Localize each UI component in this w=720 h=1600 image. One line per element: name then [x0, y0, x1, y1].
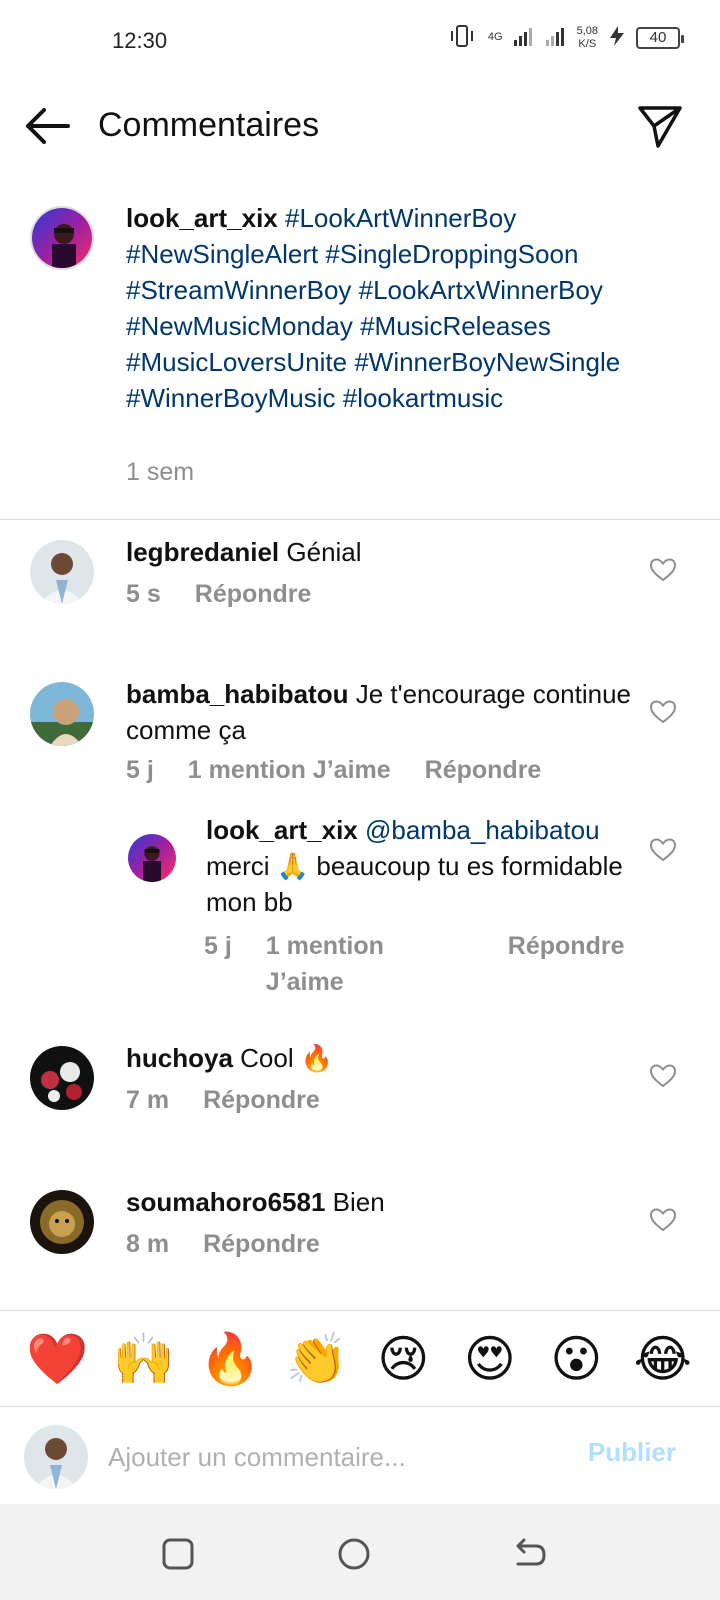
status-icons: 4G 5,08 K/S 40	[448, 24, 684, 51]
comment-composer: Publier	[0, 1406, 720, 1504]
return-arrow-icon	[516, 1538, 546, 1566]
charging-icon	[608, 25, 626, 50]
comment-time: 5 j	[126, 756, 154, 784]
likes-line-2: J’aime	[265, 968, 344, 996]
share-button[interactable]	[636, 102, 684, 150]
avatar[interactable]	[30, 1046, 94, 1110]
comment-body: Bien	[332, 1187, 385, 1217]
vibrate-icon	[448, 24, 478, 51]
reply-text: look_art_xix @bamba_habibatou merci 🙏 be…	[206, 812, 646, 920]
square-icon	[162, 1538, 194, 1570]
like-heart-icon[interactable]	[650, 558, 676, 582]
comment-body: Génial	[286, 537, 362, 567]
emoji-crying[interactable]: 😢	[368, 1329, 438, 1389]
status-time: 12:30	[112, 28, 168, 53]
comment-username[interactable]: bamba_habibatou	[126, 679, 348, 709]
like-heart-icon[interactable]	[650, 838, 676, 862]
caption-text: look_art_xix #LookArtWinnerBoy #NewSingl…	[126, 200, 656, 416]
caption-username[interactable]: look_art_xix	[126, 203, 278, 233]
reply-body: merci 🙏 beaucoup tu es formidable mon bb	[206, 851, 623, 917]
comment-text: huchoya Cool 🔥	[126, 1040, 646, 1076]
avatar[interactable]	[128, 834, 176, 882]
caption-hashtags[interactable]: #LookArtWinnerBoy #NewSingleAlert #Singl…	[126, 203, 620, 413]
reply-time: 5 j	[204, 932, 232, 960]
comment-text: legbredaniel Génial	[126, 534, 646, 570]
comment-meta: 5 s Répondre	[126, 580, 345, 609]
likes-line-1: 1 mention	[265, 932, 384, 960]
avatar	[24, 1425, 88, 1489]
speed-value: 5,08	[576, 24, 598, 37]
comment-input[interactable]	[108, 1433, 558, 1481]
comment-time: 8 m	[126, 1230, 170, 1258]
comment-text: soumahoro6581 Bien	[126, 1184, 646, 1220]
caption-time: 1 sem	[126, 458, 195, 486]
emoji-fire[interactable]: 🔥	[195, 1329, 265, 1389]
emoji-heart-eyes[interactable]: 😍	[455, 1329, 525, 1389]
comment-body: Cool 🔥	[240, 1043, 334, 1073]
avatar[interactable]	[30, 206, 94, 270]
avatar[interactable]	[30, 682, 94, 746]
emoji-clap[interactable]: 👏	[282, 1329, 352, 1389]
emoji-joy[interactable]: 😂	[628, 1329, 698, 1389]
comment-username[interactable]: soumahoro6581	[126, 1187, 325, 1217]
reply-meta: 5 j 1 mention J’aime Répondre	[204, 928, 658, 1000]
reply-button[interactable]: Répondre	[425, 756, 542, 785]
page-title: Commentaires	[98, 106, 320, 144]
home-button[interactable]	[334, 1534, 374, 1574]
publish-button[interactable]: Publier	[588, 1437, 676, 1468]
like-heart-icon[interactable]	[650, 1208, 676, 1232]
comment-meta: 5 j 1 mention J’aime Répondre	[126, 756, 575, 785]
reply-mention[interactable]: @bamba_habibatou	[365, 815, 600, 845]
reply-button[interactable]: Répondre	[195, 580, 312, 609]
emoji-surprised[interactable]: 😮	[541, 1329, 611, 1389]
like-heart-icon[interactable]	[650, 1064, 676, 1088]
battery-icon: 40	[636, 26, 684, 49]
comment-text: bamba_habibatou Je t'encourage continue …	[126, 676, 646, 748]
back-arrow-icon	[26, 108, 70, 144]
recents-button[interactable]	[158, 1534, 198, 1574]
comment-meta: 8 m Répondre	[126, 1230, 354, 1259]
reply-button[interactable]: Répondre	[203, 1086, 320, 1115]
comment-time: 7 m	[126, 1086, 170, 1114]
system-nav-bar	[0, 1504, 720, 1600]
comment-username[interactable]: legbredaniel	[126, 537, 279, 567]
emoji-heart[interactable]: ❤️	[22, 1329, 92, 1389]
like-heart-icon[interactable]	[650, 700, 676, 724]
avatar[interactable]	[30, 1190, 94, 1254]
likes-count[interactable]: 1 mention J’aime	[266, 928, 466, 1000]
status-bar: 12:30 4G 5,08 K/S 40	[0, 0, 720, 80]
circle-icon	[338, 1538, 370, 1570]
back-button[interactable]	[24, 104, 72, 148]
likes-count[interactable]: 1 mention J’aime	[188, 756, 391, 785]
system-back-button[interactable]	[510, 1534, 550, 1574]
comment-username[interactable]: huchoya	[126, 1043, 233, 1073]
send-icon	[638, 106, 682, 148]
reply-username[interactable]: look_art_xix	[206, 815, 358, 845]
reply-button[interactable]: Répondre	[203, 1230, 320, 1259]
speed-unit: K/S	[578, 37, 597, 50]
signal-icon-2	[545, 25, 567, 50]
network-type: 4G	[487, 31, 503, 43]
post-caption: look_art_xix #LookArtWinnerBoy #NewSingl…	[0, 200, 720, 520]
network-speed: 5,08 K/S	[577, 25, 598, 51]
signal-icon	[513, 25, 535, 50]
comment-meta: 7 m Répondre	[126, 1086, 354, 1115]
header: Commentaires	[0, 90, 720, 164]
emoji-raised-hands[interactable]: 🙌	[109, 1329, 179, 1389]
reply-button[interactable]: Répondre	[508, 928, 625, 1000]
comment-time: 5 s	[126, 580, 161, 608]
avatar[interactable]	[30, 540, 94, 604]
emoji-quick-bar: ❤️ 🙌 🔥 👏 😢 😍 😮 😂	[0, 1310, 720, 1406]
